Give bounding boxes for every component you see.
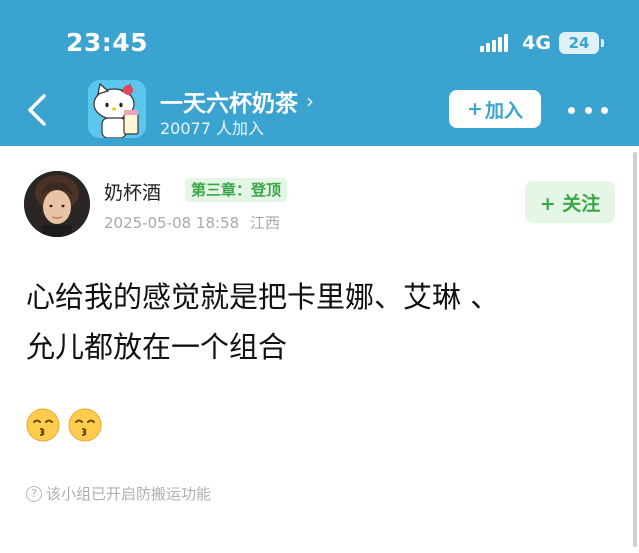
chevron-left-icon <box>28 94 46 126</box>
post-author[interactable]: 奶杯酒 <box>104 178 161 205</box>
post-body-line: 允儿都放在一个组合 <box>26 330 288 364</box>
post-location: 江西 <box>249 214 280 232</box>
signal-bars-icon <box>480 34 509 52</box>
status-indicators: 4G 24 <box>480 32 604 54</box>
avatar[interactable] <box>24 171 90 237</box>
status-badge: 第三章：登顶 <box>185 178 288 202</box>
group-avatar[interactable] <box>88 80 146 138</box>
status-time: 23:45 <box>66 28 149 57</box>
post-timestamp: 2025-05-08 18:58 <box>104 214 240 232</box>
post-body: 心给我的感觉就是把卡里娜、艾琳 、 允儿都放在一个组合 <box>26 272 606 372</box>
group-member-count: 20077 人加入 <box>160 119 264 138</box>
plus-icon: + <box>467 98 483 120</box>
post-meta: 2025-05-08 18:58 江西 <box>104 212 280 233</box>
join-group-button[interactable]: + 加入 <box>449 90 541 128</box>
question-circle-icon: ? <box>26 485 42 502</box>
hello-kitty-avatar-icon <box>88 80 146 138</box>
network-type: 4G <box>522 32 551 54</box>
more-dots-icon[interactable] <box>568 96 608 124</box>
notice-text: 该小组已开启防搬运功能 <box>46 485 212 503</box>
post-body-line: 心给我的感觉就是把卡里娜、艾琳 、 <box>26 280 500 314</box>
group-title[interactable]: 一天六杯奶茶 › <box>160 84 314 118</box>
kissing-face-with-smiling-eyes-icon <box>68 408 102 442</box>
battery-icon: 24 <box>559 32 604 54</box>
group-header: 23:45 4G 24 一天六杯奶茶 › 20077 人加入 + 加入 <box>0 0 639 146</box>
follow-button[interactable]: + 关注 <box>525 181 615 223</box>
back-button[interactable] <box>22 92 52 128</box>
scrollbar[interactable] <box>633 152 637 547</box>
anti-repost-notice: ? 该小组已开启防搬运功能 <box>26 483 211 504</box>
chevron-right-icon: › <box>306 89 314 113</box>
join-label: 加入 <box>484 99 523 122</box>
group-name: 一天六杯奶茶 <box>160 91 298 117</box>
kissing-face-with-smiling-eyes-icon <box>26 408 60 442</box>
user-avatar-photo <box>24 171 90 237</box>
emoji-row <box>26 408 102 442</box>
